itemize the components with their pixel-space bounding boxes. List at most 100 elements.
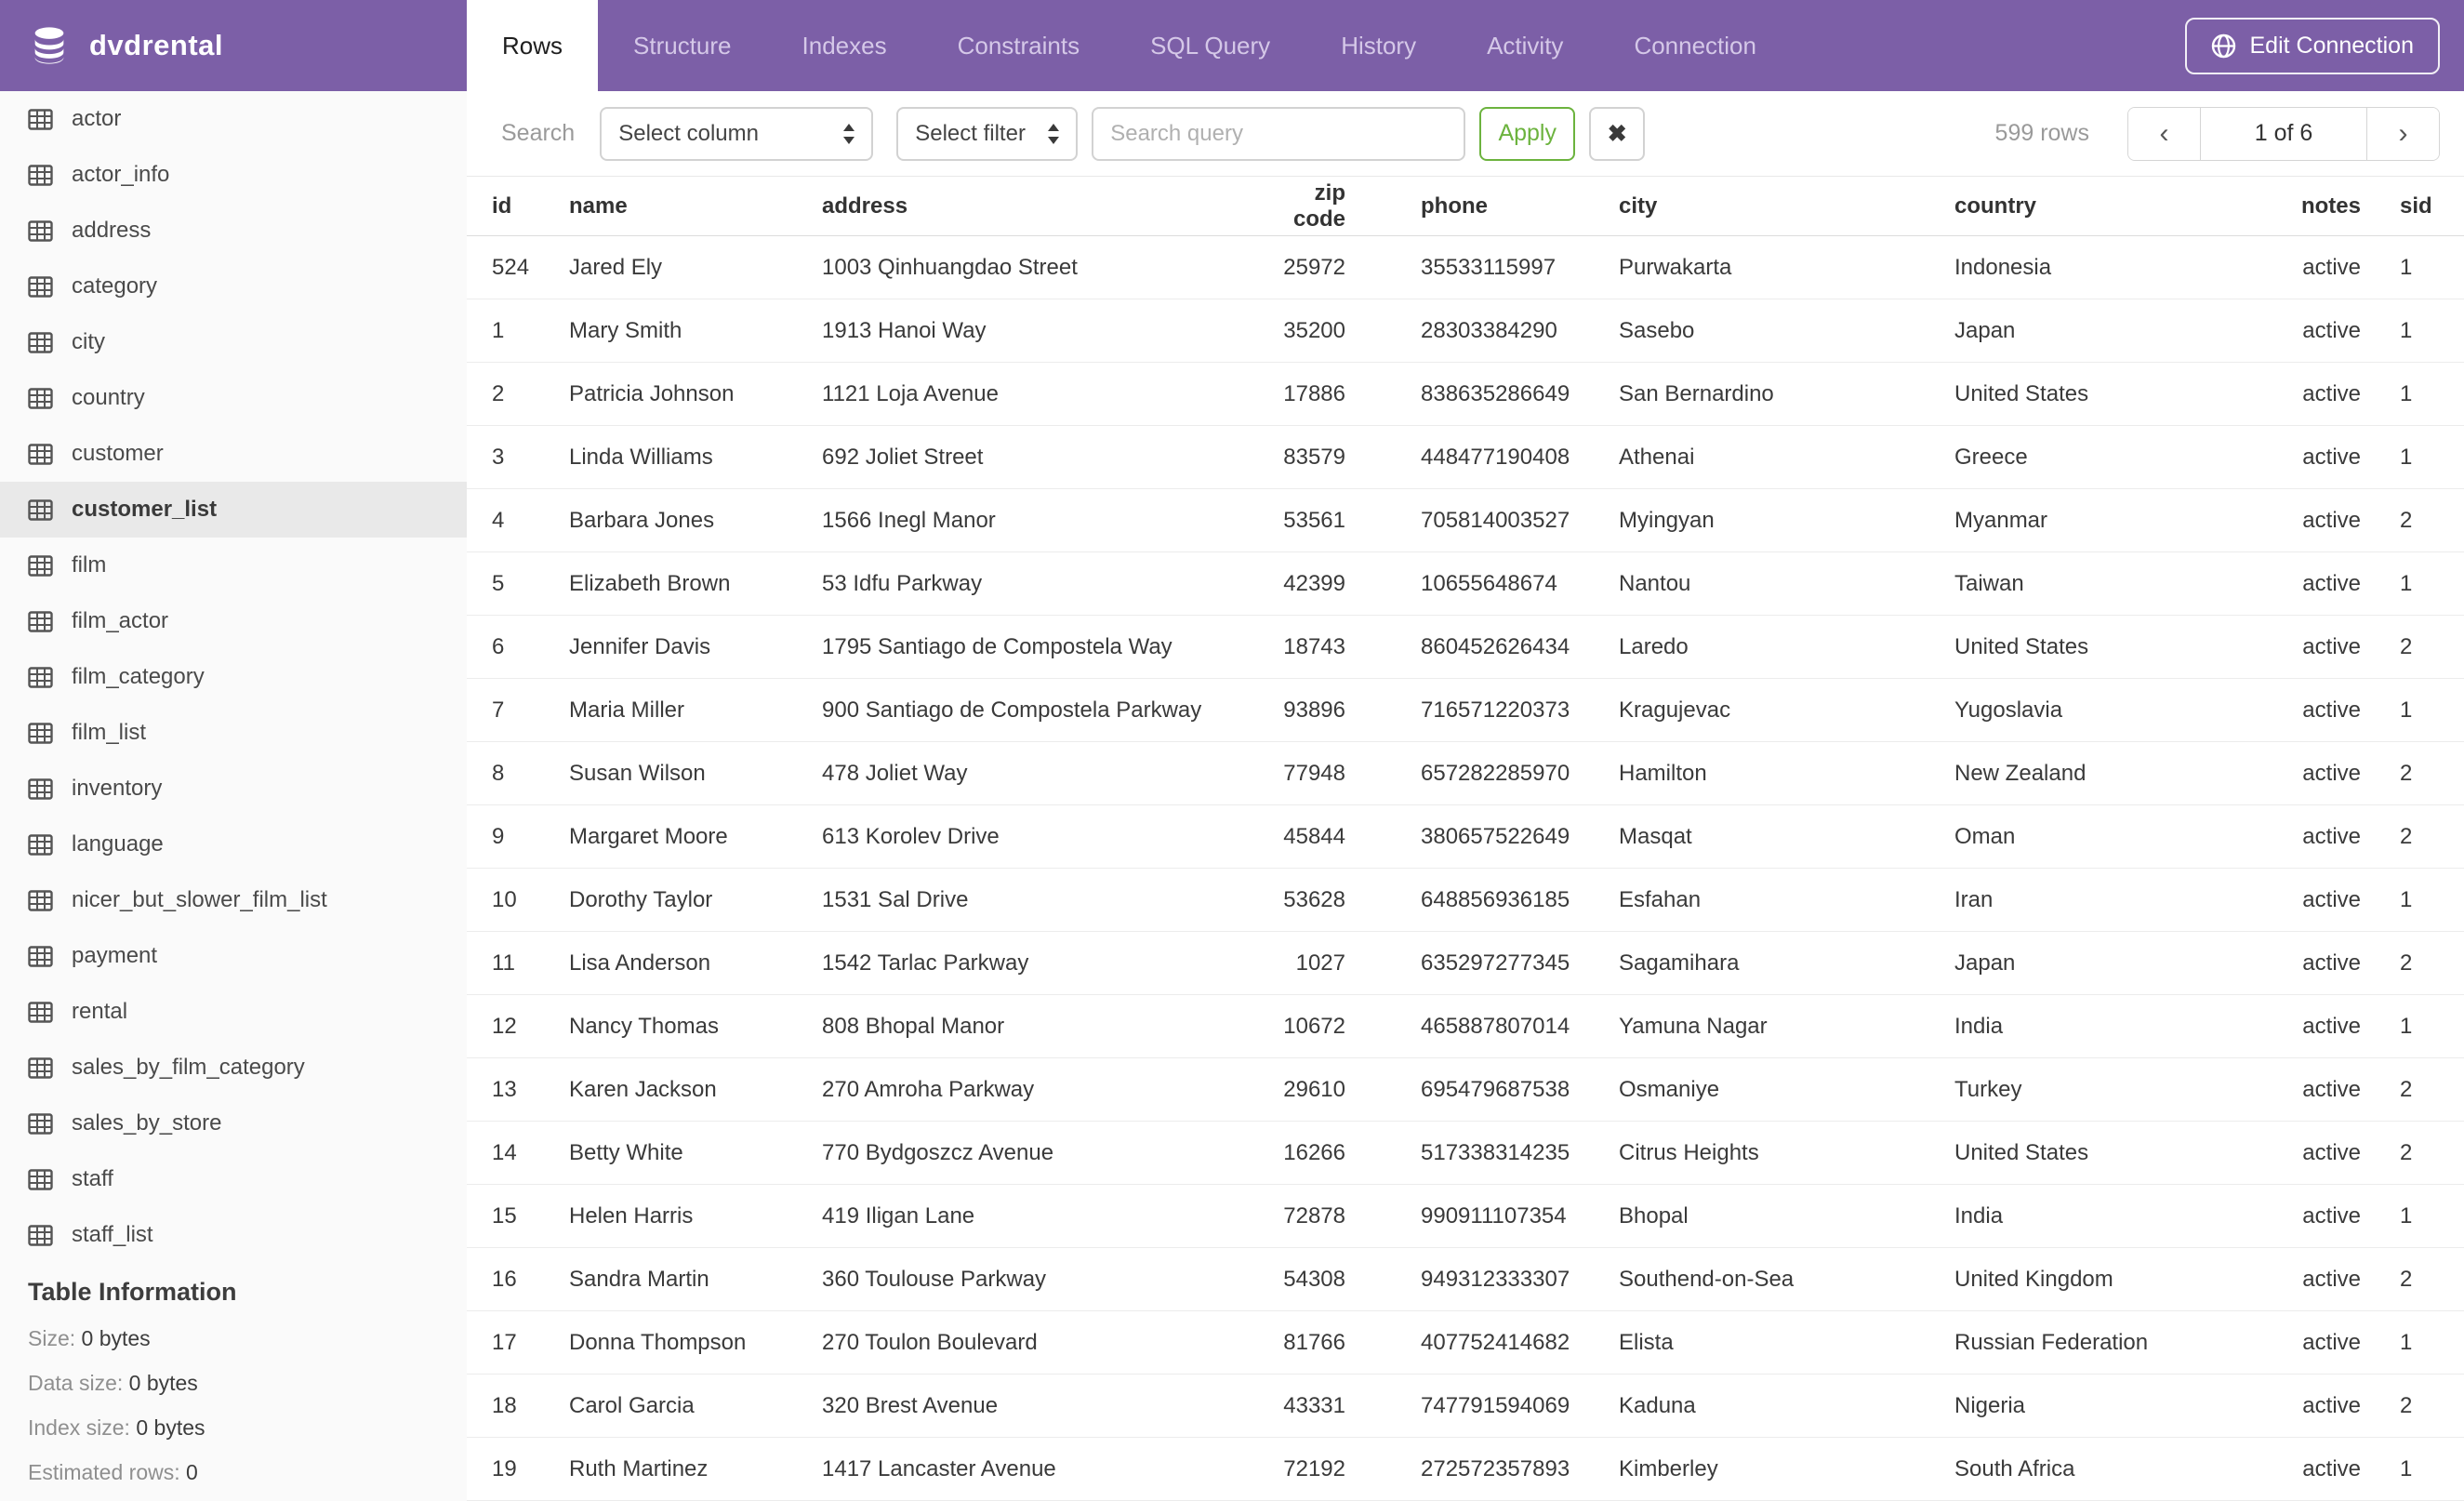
cell-notes[interactable]: active [2300, 804, 2361, 869]
cell-city[interactable]: Esfahan [1619, 868, 1954, 932]
cell-country[interactable]: Myanmar [1954, 488, 2300, 552]
cell-country[interactable]: Yugoslavia [1954, 678, 2300, 742]
sidebar-item-staff[interactable]: staff [0, 1151, 467, 1207]
cell-city[interactable]: Osmaniye [1619, 1057, 1954, 1122]
column-select[interactable]: Select column [600, 106, 874, 161]
column-header-name[interactable]: name [569, 176, 822, 236]
sidebar-item-country[interactable]: country [0, 370, 467, 426]
cell-sid[interactable]: 1 [2361, 994, 2464, 1058]
cell-name[interactable]: Ruth Martinez [569, 1437, 822, 1501]
cell-id[interactable]: 11 [467, 931, 569, 995]
cell-phone[interactable]: 35533115997 [1345, 235, 1619, 299]
cell-zip-code[interactable]: 10672 [1282, 994, 1345, 1058]
cell-zip-code[interactable]: 42399 [1282, 551, 1345, 616]
cell-zip-code[interactable]: 54308 [1282, 1247, 1345, 1311]
cell-city[interactable]: San Bernardino [1619, 362, 1954, 426]
cell-notes[interactable]: active [2300, 678, 2361, 742]
cell-sid[interactable]: 2 [2361, 1057, 2464, 1122]
cell-name[interactable]: Patricia Johnson [569, 362, 822, 426]
cell-name[interactable]: Mary Smith [569, 299, 822, 363]
cell-notes[interactable]: active [2300, 1057, 2361, 1122]
tab-connection[interactable]: Connection [1598, 0, 1792, 91]
cell-notes[interactable]: active [2300, 741, 2361, 805]
cell-address[interactable]: 1003 Qinhuangdao Street [822, 235, 1282, 299]
sidebar-item-film-actor[interactable]: film_actor [0, 593, 467, 649]
cell-country[interactable]: India [1954, 994, 2300, 1058]
cell-name[interactable]: Sandra Martin [569, 1247, 822, 1311]
cell-phone[interactable]: 860452626434 [1345, 615, 1619, 679]
cell-notes[interactable]: active [2300, 1374, 2361, 1438]
column-header-zip-code[interactable]: zip code [1282, 176, 1345, 236]
cell-city[interactable]: Laredo [1619, 615, 1954, 679]
cell-id[interactable]: 17 [467, 1310, 569, 1375]
cell-notes[interactable]: active [2300, 994, 2361, 1058]
table-row[interactable]: 6 Jennifer Davis 1795 Santiago de Composte… [467, 615, 2464, 679]
cell-phone[interactable]: 648856936185 [1345, 868, 1619, 932]
cell-id[interactable]: 9 [467, 804, 569, 869]
tab-sql-query[interactable]: SQL Query [1115, 0, 1305, 91]
table-row[interactable]: 3 Linda Williams 692 Joliet Street 83579 448… [467, 425, 2464, 489]
column-header-sid[interactable]: sid [2361, 176, 2464, 236]
column-header-id[interactable]: id [467, 176, 569, 236]
tab-activity[interactable]: Activity [1451, 0, 1598, 91]
cell-id[interactable]: 6 [467, 615, 569, 679]
cell-phone[interactable]: 272572357893 [1345, 1437, 1619, 1501]
column-header-notes[interactable]: notes [2300, 176, 2361, 236]
cell-phone[interactable]: 28303384290 [1345, 299, 1619, 363]
cell-phone[interactable]: 949312333307 [1345, 1247, 1619, 1311]
column-header-city[interactable]: city [1619, 176, 1954, 236]
cell-id[interactable]: 16 [467, 1247, 569, 1311]
cell-address[interactable]: 1417 Lancaster Avenue [822, 1437, 1282, 1501]
cell-city[interactable]: Citrus Heights [1619, 1121, 1954, 1185]
cell-country[interactable]: Greece [1954, 425, 2300, 489]
table-row[interactable]: 9 Margaret Moore 613 Korolev Drive 45844 380… [467, 804, 2464, 869]
cell-notes[interactable]: active [2300, 425, 2361, 489]
cell-country[interactable]: India [1954, 1184, 2300, 1248]
cell-notes[interactable]: active [2300, 615, 2361, 679]
cell-city[interactable]: Kimberley [1619, 1437, 1954, 1501]
cell-name[interactable]: Linda Williams [569, 425, 822, 489]
cell-address[interactable]: 270 Amroha Parkway [822, 1057, 1282, 1122]
cell-phone[interactable]: 990911107354 [1345, 1184, 1619, 1248]
cell-address[interactable]: 613 Korolev Drive [822, 804, 1282, 869]
cell-sid[interactable]: 1 [2361, 425, 2464, 489]
cell-zip-code[interactable]: 72192 [1282, 1437, 1345, 1501]
cell-zip-code[interactable]: 81766 [1282, 1310, 1345, 1375]
cell-id[interactable]: 14 [467, 1121, 569, 1185]
cell-sid[interactable]: 2 [2361, 615, 2464, 679]
cell-phone[interactable]: 635297277345 [1345, 931, 1619, 995]
cell-notes[interactable]: active [2300, 362, 2361, 426]
cell-notes[interactable]: active [2300, 1121, 2361, 1185]
sidebar-item-customer-list[interactable]: customer_list [0, 482, 467, 538]
cell-city[interactable]: Sasebo [1619, 299, 1954, 363]
sidebar-item-film-list[interactable]: film_list [0, 705, 467, 761]
cell-phone[interactable]: 465887807014 [1345, 994, 1619, 1058]
table-row[interactable]: 16 Sandra Martin 360 Toulouse Parkway 54308… [467, 1247, 2464, 1311]
sidebar-item-nicer-but-slower-film-list[interactable]: nicer_but_slower_film_list [0, 872, 467, 928]
table-row[interactable]: 1 Mary Smith 1913 Hanoi Way 35200 2830338429… [467, 299, 2464, 363]
cell-sid[interactable]: 2 [2361, 741, 2464, 805]
table-row[interactable]: 17 Donna Thompson 270 Toulon Boulevard 8176… [467, 1310, 2464, 1375]
cell-city[interactable]: Purwakarta [1619, 235, 1954, 299]
sidebar-item-payment[interactable]: payment [0, 928, 467, 984]
cell-id[interactable]: 18 [467, 1374, 569, 1438]
cell-sid[interactable]: 1 [2361, 235, 2464, 299]
cell-phone[interactable]: 380657522649 [1345, 804, 1619, 869]
cell-address[interactable]: 53 Idfu Parkway [822, 551, 1282, 616]
cell-zip-code[interactable]: 72878 [1282, 1184, 1345, 1248]
sidebar-item-actor[interactable]: actor [0, 91, 467, 147]
cell-city[interactable]: Sagamihara [1619, 931, 1954, 995]
cell-name[interactable]: Susan Wilson [569, 741, 822, 805]
sidebar-item-rental[interactable]: rental [0, 984, 467, 1040]
column-header-phone[interactable]: phone [1345, 176, 1619, 236]
cell-name[interactable]: Dorothy Taylor [569, 868, 822, 932]
cell-phone[interactable]: 838635286649 [1345, 362, 1619, 426]
cell-address[interactable]: 770 Bydgoszcz Avenue [822, 1121, 1282, 1185]
table-row[interactable]: 15 Helen Harris 419 Iligan Lane 72878 990911… [467, 1184, 2464, 1248]
cell-phone[interactable]: 705814003527 [1345, 488, 1619, 552]
cell-name[interactable]: Betty White [569, 1121, 822, 1185]
cell-name[interactable]: Elizabeth Brown [569, 551, 822, 616]
cell-id[interactable]: 15 [467, 1184, 569, 1248]
cell-name[interactable]: Donna Thompson [569, 1310, 822, 1375]
cell-country[interactable]: Japan [1954, 931, 2300, 995]
